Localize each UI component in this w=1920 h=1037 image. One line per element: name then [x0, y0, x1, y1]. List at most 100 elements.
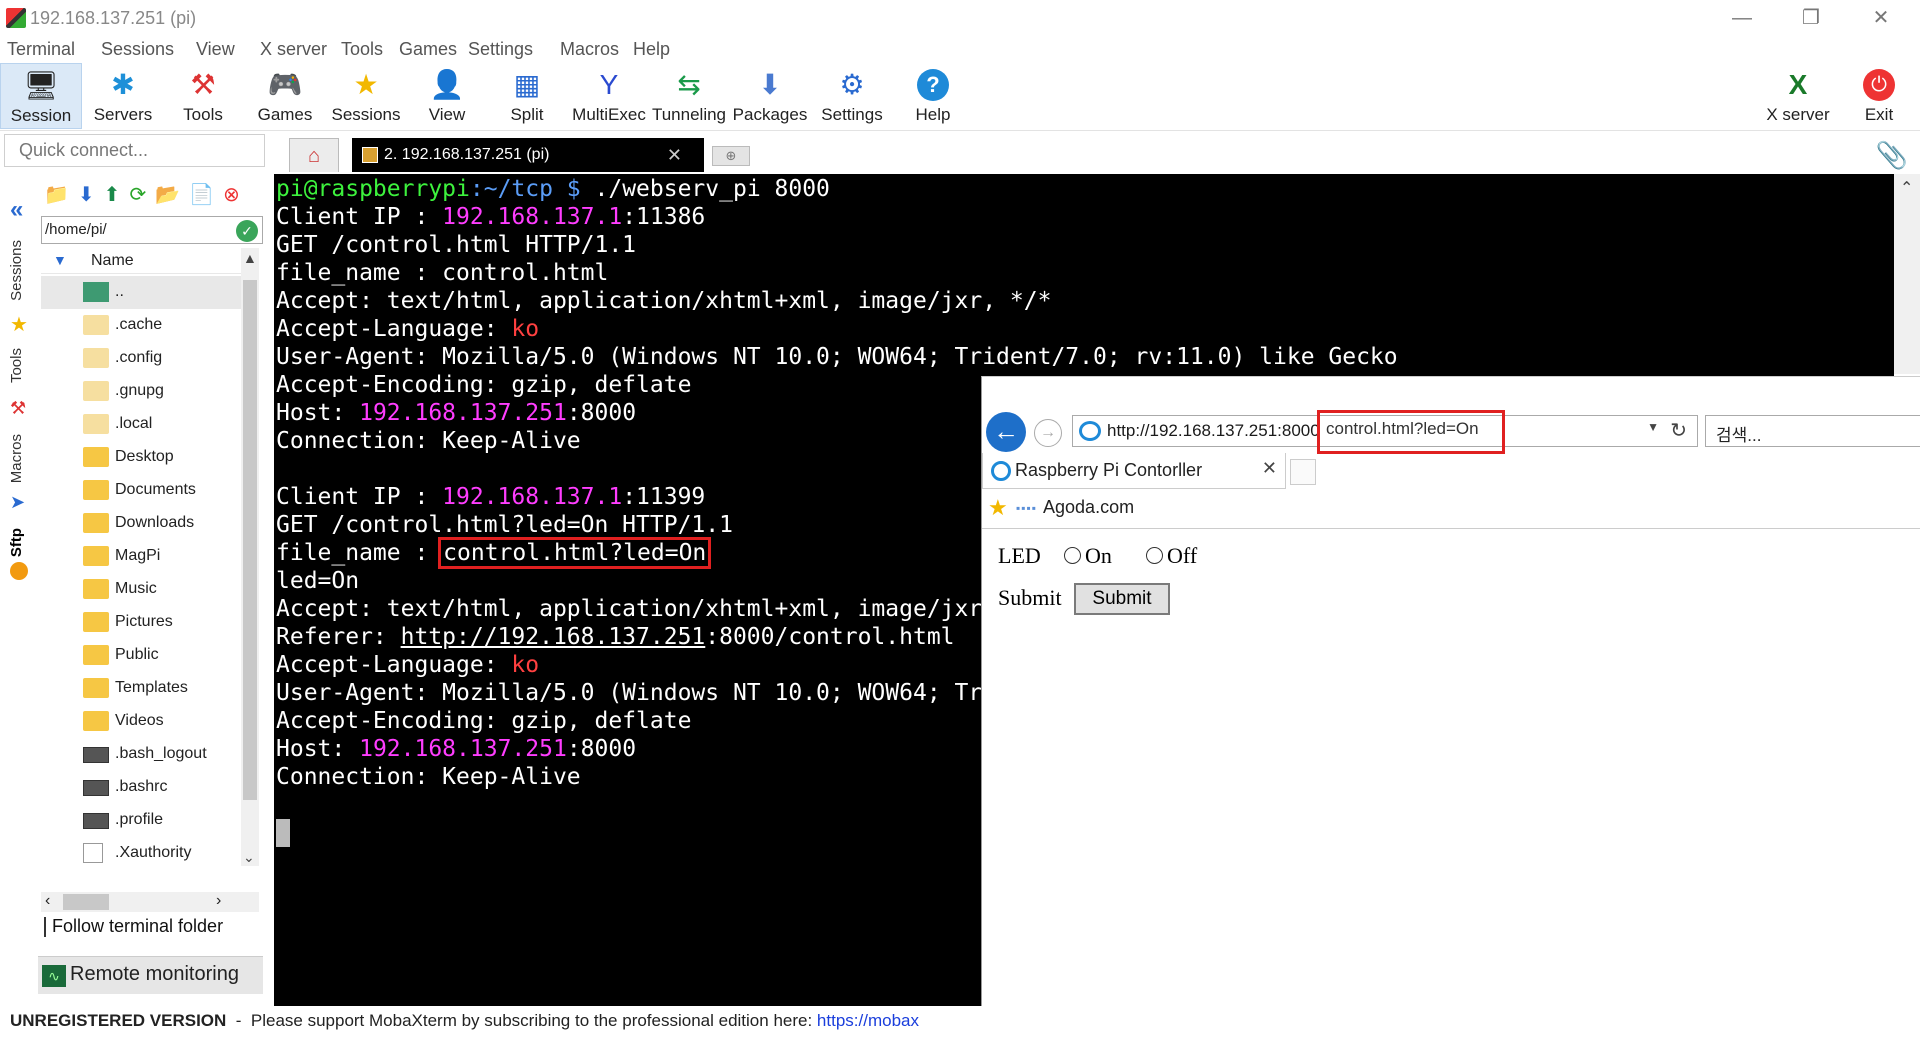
subscribe-link[interactable]: https://mobax	[817, 1011, 919, 1030]
packages-button[interactable]: ⬇ Packages	[730, 63, 810, 129]
file-list-hscrollbar[interactable]: ‹ ›	[41, 892, 259, 912]
file-row[interactable]: .local	[41, 408, 241, 441]
collapse-sidebar-icon[interactable]: «	[10, 196, 23, 224]
scroll-right-icon[interactable]: ›	[216, 892, 221, 910]
side-tab-macros[interactable]: Macros	[8, 434, 25, 483]
radio-off-circle[interactable]	[1146, 547, 1163, 564]
download-icon[interactable]: ⬇	[78, 182, 95, 207]
address-dropdown-icon[interactable]: ▼	[1647, 420, 1659, 434]
radio-on-circle[interactable]	[1064, 547, 1081, 564]
file-row[interactable]: .bash_logout	[41, 738, 241, 771]
games-button[interactable]: 🎮 Games	[246, 63, 324, 129]
exit-button[interactable]: ⏻ Exit	[1840, 63, 1918, 129]
minimize-button[interactable]: —	[1719, 4, 1765, 32]
browser-window: ← → http://192.168.137.251:8000 control.…	[981, 376, 1920, 1006]
servers-button[interactable]: ✱ Servers	[84, 63, 162, 129]
menu-view[interactable]: View	[196, 39, 235, 60]
tunneling-button[interactable]: ⇆ Tunneling	[650, 63, 728, 129]
path-ok-icon[interactable]: ✓	[236, 220, 258, 242]
split-button[interactable]: ▦ Split	[488, 63, 566, 129]
file-row[interactable]: .gnupg	[41, 375, 241, 408]
file-row[interactable]: Templates	[41, 672, 241, 705]
tools-button[interactable]: ⚒ Tools	[164, 63, 242, 129]
file-row[interactable]: .cache	[41, 309, 241, 342]
menu-tools[interactable]: Tools	[341, 39, 383, 60]
scroll-up-icon[interactable]: ⌃	[1900, 178, 1913, 198]
file-row[interactable]: Desktop	[41, 441, 241, 474]
sftp-path-input[interactable]: /home/pi/ ✓	[41, 216, 263, 244]
home-tab[interactable]: ⌂	[289, 138, 339, 172]
checkbox[interactable]	[38, 917, 46, 938]
quick-connect-input[interactable]: Quick connect...	[4, 134, 265, 167]
file-row[interactable]: Documents	[41, 474, 241, 507]
terminal-scrollbar[interactable]: ⌃	[1894, 174, 1920, 374]
close-tab-icon[interactable]: ✕	[1262, 458, 1277, 479]
favorites-star-icon[interactable]: ★	[988, 495, 1008, 521]
file-row[interactable]: .profile	[41, 804, 241, 837]
close-button[interactable]: ✕	[1858, 4, 1904, 32]
restore-button[interactable]: ❐	[1788, 4, 1834, 32]
file-row[interactable]: Public	[41, 639, 241, 672]
file-name: .local	[115, 415, 153, 432]
menu-macros[interactable]: Macros	[560, 39, 619, 60]
refresh-icon[interactable]: ⟳	[129, 182, 146, 207]
side-tab-sessions[interactable]: Sessions	[8, 240, 25, 301]
column-header-name[interactable]: ▼ Name	[41, 248, 251, 274]
file-row[interactable]: ..	[41, 276, 241, 309]
file-row[interactable]: Music	[41, 573, 241, 606]
browser-tab[interactable]: Raspberry Pi Contorller ✕	[982, 453, 1286, 489]
refresh-icon[interactable]: ↻	[1670, 418, 1687, 443]
multiexec-button[interactable]: Y MultiExec	[570, 63, 648, 129]
address-bar[interactable]: http://192.168.137.251:8000 control.html…	[1072, 410, 1698, 454]
view-button[interactable]: 👤 View	[408, 63, 486, 129]
help-button[interactable]: ? Help	[894, 63, 972, 129]
session-button[interactable]: 🖥 Session	[0, 63, 82, 129]
xserver-button[interactable]: X X server	[1760, 63, 1836, 129]
back-button[interactable]: ←	[986, 412, 1026, 452]
close-tab-icon[interactable]: ✕	[667, 138, 682, 172]
scroll-down-icon[interactable]: ⌄	[243, 849, 255, 866]
terminal-text: 192.168.137.251	[359, 400, 567, 426]
menu-help[interactable]: Help	[633, 39, 670, 60]
side-tab-sftp[interactable]: Sftp	[8, 528, 25, 557]
remote-monitoring-button[interactable]: ∿ Remote monitoring	[38, 956, 263, 994]
scrollbar-thumb[interactable]	[243, 280, 257, 800]
menu-terminal[interactable]: Terminal	[7, 39, 75, 60]
parent-folder-icon[interactable]: 📁	[44, 182, 69, 207]
file-row[interactable]: Downloads	[41, 507, 241, 540]
file-list-scrollbar[interactable]: ▲ ⌄	[241, 248, 259, 866]
submit-button[interactable]: Submit	[1074, 583, 1170, 615]
new-browser-tab-button[interactable]	[1290, 459, 1316, 485]
file-row[interactable]: .bashrc	[41, 771, 241, 804]
split-label: Split	[510, 105, 544, 124]
menu-games[interactable]: Games	[399, 39, 457, 60]
new-file-icon[interactable]: 📄	[189, 182, 214, 207]
browser-search-input[interactable]: 검색...	[1705, 415, 1920, 447]
file-row[interactable]: .Xauthority	[41, 837, 241, 866]
radio-on[interactable]: On	[1064, 543, 1112, 569]
sessions-button[interactable]: ★ Sessions	[326, 63, 406, 129]
scroll-up-icon[interactable]: ▲	[243, 250, 257, 266]
file-row[interactable]: MagPi	[41, 540, 241, 573]
menu-sessions[interactable]: Sessions	[101, 39, 174, 60]
favorite-agoda-link[interactable]: ▪▪▪▪ Agoda.com	[1016, 497, 1134, 517]
delete-icon[interactable]: ⊗	[223, 182, 240, 207]
radio-off[interactable]: Off	[1146, 543, 1197, 569]
follow-terminal-checkbox[interactable]: Follow terminal folder	[38, 916, 223, 938]
new-tab-button[interactable]: ⊕	[712, 146, 750, 166]
tab-session-2[interactable]: 2. 192.168.137.251 (pi) ✕	[352, 138, 704, 172]
new-folder-icon[interactable]: 📂	[155, 182, 180, 207]
forward-button[interactable]: →	[1034, 419, 1062, 447]
sessions-label: Sessions	[331, 105, 401, 124]
attachment-icon[interactable]: 📎	[1876, 140, 1908, 171]
file-row[interactable]: .config	[41, 342, 241, 375]
upload-icon[interactable]: ⬆	[104, 182, 121, 207]
side-tab-tools[interactable]: Tools	[8, 348, 25, 383]
file-row[interactable]: Videos	[41, 705, 241, 738]
hscrollbar-thumb[interactable]	[63, 894, 109, 910]
menu-settings[interactable]: Settings	[468, 39, 533, 60]
scroll-left-icon[interactable]: ‹	[45, 892, 50, 910]
settings-button[interactable]: ⚙ Settings	[812, 63, 892, 129]
menu-xserver[interactable]: X server	[260, 39, 327, 60]
file-row[interactable]: Pictures	[41, 606, 241, 639]
